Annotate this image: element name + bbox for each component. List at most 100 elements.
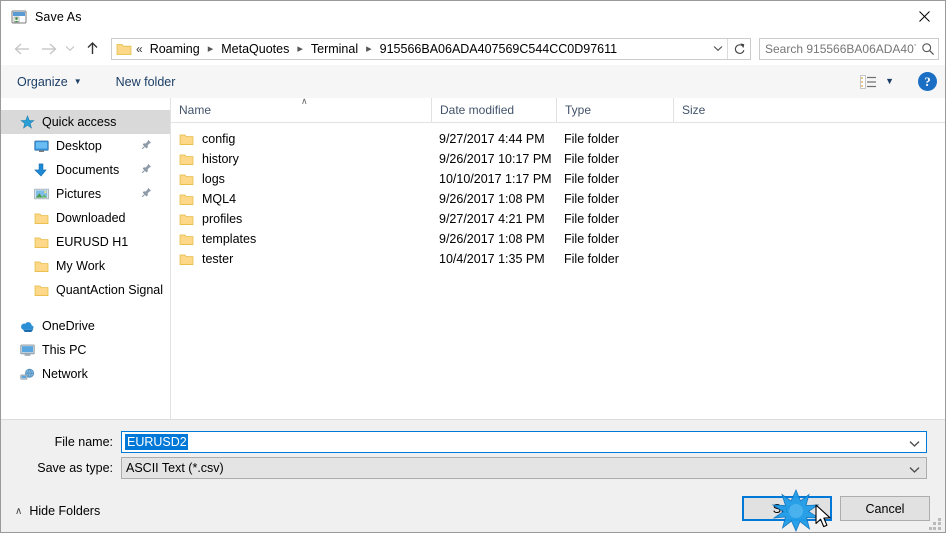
- desktop-icon: [33, 138, 49, 154]
- sidebar-item-label: OneDrive: [42, 319, 95, 333]
- pin-icon[interactable]: [141, 187, 152, 201]
- resize-grip[interactable]: [929, 518, 942, 531]
- sidebar-item-eurusd-h1[interactable]: EURUSD H1: [1, 230, 170, 254]
- sidebar-item-this-pc[interactable]: This PC: [1, 338, 170, 362]
- folder-icon: [179, 213, 194, 226]
- forward-button[interactable]: [35, 36, 61, 62]
- search-icon: [918, 42, 938, 56]
- file-name-cell[interactable]: profiles: [179, 212, 242, 226]
- file-name-cell[interactable]: config: [179, 132, 235, 146]
- hide-folders-label: Hide Folders: [29, 504, 101, 518]
- column-header-size[interactable]: Size: [673, 98, 753, 122]
- save-as-type-select[interactable]: ASCII Text (*.csv): [121, 457, 927, 479]
- new-folder-label: New folder: [115, 74, 176, 89]
- folder-icon: [33, 282, 49, 298]
- save-as-type-value: ASCII Text (*.csv): [126, 461, 224, 475]
- table-row[interactable]: MQL4 9/26/2017 1:08 PM File folder: [171, 189, 945, 209]
- hide-folders-button[interactable]: ∧ Hide Folders: [15, 504, 100, 518]
- navigation-pane[interactable]: Quick access Desktop Documents Pictures …: [1, 98, 171, 419]
- table-row[interactable]: config 9/27/2017 4:44 PM File folder: [171, 129, 945, 149]
- new-folder-button[interactable]: New folder: [110, 71, 182, 93]
- file-name-cell[interactable]: logs: [179, 172, 225, 186]
- dialog-content: Quick access Desktop Documents Pictures …: [1, 98, 945, 419]
- table-row[interactable]: profiles 9/27/2017 4:21 PM File folder: [171, 209, 945, 229]
- folder-icon: [33, 210, 49, 226]
- file-name-cell[interactable]: tester: [179, 252, 233, 266]
- chevron-down-icon: [713, 46, 723, 52]
- pin-icon[interactable]: [141, 139, 152, 153]
- save-button[interactable]: Save: [742, 496, 832, 521]
- file-type-row: Save as type: ASCII Text (*.csv): [1, 457, 945, 479]
- close-button[interactable]: [901, 1, 945, 32]
- organize-button[interactable]: Organize ▼: [11, 71, 88, 93]
- address-dropdown-button[interactable]: [709, 39, 727, 59]
- close-icon: [918, 11, 930, 22]
- save-as-type-label: Save as type:: [37, 461, 113, 475]
- search-input[interactable]: [760, 40, 918, 57]
- sidebar-item-network[interactable]: Network: [1, 362, 170, 386]
- file-name-cell[interactable]: templates: [179, 232, 256, 246]
- sidebar-item-desktop[interactable]: Desktop: [1, 134, 170, 158]
- folder-icon: [179, 253, 194, 266]
- refresh-button[interactable]: [727, 38, 750, 59]
- breadcrumb-separator-icon[interactable]: ▸: [360, 42, 378, 55]
- table-row[interactable]: history 9/26/2017 10:17 PM File folder: [171, 149, 945, 169]
- folder-icon: [179, 233, 194, 246]
- chevron-up-icon: ∧: [15, 505, 23, 517]
- up-button[interactable]: [79, 36, 105, 62]
- breadcrumb-item-3[interactable]: 915566BA06ADA407569C544CC0D97611: [378, 41, 619, 57]
- file-date-cell: 10/4/2017 1:35 PM: [439, 252, 545, 266]
- column-header-type[interactable]: Type: [556, 98, 673, 122]
- command-bar: Organize ▼ New folder ▼ ?: [1, 65, 945, 99]
- view-options-icon: [860, 74, 877, 89]
- chevron-down-icon[interactable]: [909, 463, 920, 477]
- sidebar-item-my-work[interactable]: My Work: [1, 254, 170, 278]
- breadcrumb-overflow[interactable]: «: [134, 42, 148, 56]
- table-row[interactable]: tester 10/4/2017 1:35 PM File folder: [171, 249, 945, 269]
- table-row[interactable]: logs 10/10/2017 1:17 PM File folder: [171, 169, 945, 189]
- breadcrumb-item-1[interactable]: MetaQuotes: [219, 41, 291, 57]
- sidebar-item-label: This PC: [42, 343, 87, 357]
- file-name-input[interactable]: EURUSD2: [121, 431, 927, 453]
- sidebar-item-quick-access[interactable]: Quick access: [1, 110, 170, 134]
- file-name-cell[interactable]: history: [179, 152, 239, 166]
- command-bar-right: ▼ ?: [856, 72, 937, 92]
- back-button[interactable]: [9, 36, 35, 62]
- file-name-label: MQL4: [202, 192, 237, 206]
- column-header-date-modified[interactable]: Date modified: [431, 98, 556, 122]
- sidebar-item-onedrive[interactable]: OneDrive: [1, 314, 170, 338]
- sidebar-item-label: EURUSD H1: [56, 235, 129, 249]
- file-name-label: history: [202, 152, 239, 166]
- documents-download-icon: [33, 162, 49, 178]
- search-box[interactable]: [759, 37, 939, 60]
- file-name-row: File name: EURUSD2: [1, 431, 945, 453]
- help-button[interactable]: ?: [918, 72, 937, 91]
- folder-icon: [179, 133, 194, 146]
- breadcrumb-separator-icon[interactable]: ▸: [291, 42, 309, 55]
- sidebar-item-downloaded[interactable]: Downloaded: [1, 206, 170, 230]
- sidebar-item-quantaction-signal[interactable]: QuantAction Signal: [1, 278, 170, 302]
- file-name-cell[interactable]: MQL4: [179, 192, 236, 206]
- sidebar-item-documents[interactable]: Documents: [1, 158, 170, 182]
- sidebar-item-pictures[interactable]: Pictures: [1, 182, 170, 206]
- column-header-name[interactable]: Name: [171, 98, 431, 122]
- file-list-pane[interactable]: ∧ Name Date modified Type Size config 9/…: [171, 98, 945, 419]
- chevron-down-icon[interactable]: [909, 437, 920, 451]
- onedrive-cloud-icon: [19, 318, 35, 334]
- refresh-icon: [734, 43, 744, 54]
- cancel-button[interactable]: Cancel: [840, 496, 930, 521]
- save-label: Save: [772, 501, 802, 516]
- table-row[interactable]: templates 9/26/2017 1:08 PM File folder: [171, 229, 945, 249]
- recent-locations-button[interactable]: [61, 36, 79, 62]
- breadcrumb-item-0[interactable]: Roaming: [148, 41, 202, 57]
- file-date-cell: 9/27/2017 4:21 PM: [439, 212, 545, 226]
- view-options-button[interactable]: ▼: [856, 72, 898, 92]
- pin-icon[interactable]: [141, 163, 152, 177]
- breadcrumb-separator-icon[interactable]: ▸: [202, 42, 220, 55]
- folder-icon: [33, 234, 49, 250]
- address-bar[interactable]: « Roaming ▸ MetaQuotes ▸ Terminal ▸ 9155…: [111, 37, 751, 60]
- sidebar-item-label: Pictures: [56, 187, 102, 201]
- file-type-cell: File folder: [564, 232, 619, 246]
- breadcrumb-item-2[interactable]: Terminal: [309, 41, 360, 57]
